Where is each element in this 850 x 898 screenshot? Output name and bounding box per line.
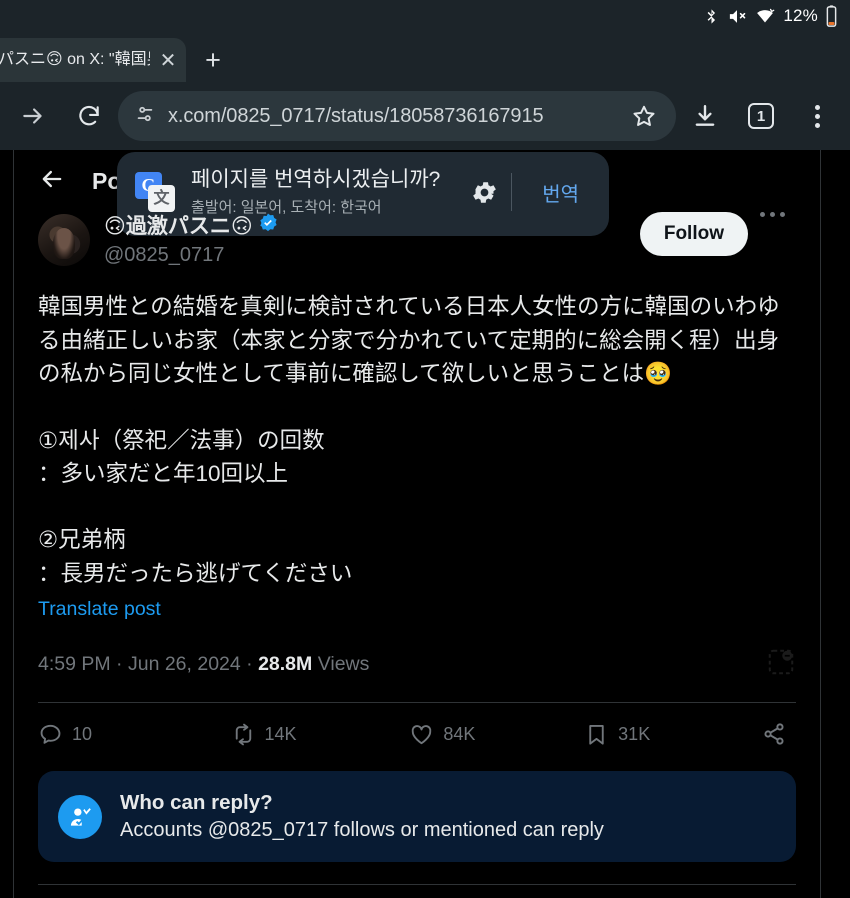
like-action[interactable]: 84K xyxy=(409,722,584,747)
repost-count: 14K xyxy=(264,723,297,744)
restricted-reply-icon xyxy=(58,794,102,839)
tweet-meta: 4:59 PM · Jun 26, 2024 · 28.8M Views xyxy=(38,653,370,676)
browser-toolbar: x.com/0825_0717/status/18058736167915 1 xyxy=(0,82,850,150)
close-icon[interactable]: ✕ xyxy=(156,48,180,73)
forward-arrow-icon[interactable] xyxy=(6,89,60,143)
google-translate-icon: G 文 xyxy=(135,172,175,212)
avatar[interactable] xyxy=(38,214,90,266)
tweet-actions: 10 14K 84K 31K xyxy=(38,703,796,765)
phone-screen: 12% パスニ🙃 on X: "韓国男 ✕ + x.com/0825_0717/… xyxy=(0,0,850,898)
bookmark-action[interactable]: 31K xyxy=(584,722,761,747)
status-bar: 12% xyxy=(0,0,850,32)
reply-count: 10 xyxy=(72,723,93,744)
gear-icon[interactable] xyxy=(457,178,511,207)
bookmark-count: 31K xyxy=(618,723,651,744)
display-name[interactable]: 🙃過激パスニ🙃 xyxy=(104,212,640,242)
who-can-reply-subtitle: Accounts @0825_0717 follows or mentioned… xyxy=(120,819,604,842)
translate-logo-back: 文 xyxy=(148,185,175,212)
browser-tab[interactable]: パスニ🙃 on X: "韓国男 ✕ xyxy=(0,38,186,82)
views-count: 28.8M xyxy=(258,653,313,676)
who-can-reply-title: Who can reply? xyxy=(120,791,273,815)
author-names: 🙃過激パスニ🙃 @0825_0717 xyxy=(104,212,640,268)
page-viewport: Post G 文 페이지를 번역하시겠습니까? 출발어: 일본어, 도착어: 한… xyxy=(0,150,850,898)
share-action[interactable] xyxy=(761,721,796,747)
tweet-author-row: 🙃過激パスニ🙃 @0825_0717 Follow xyxy=(38,212,796,268)
translate-texts: 페이지를 번역하시겠습니까? 출발어: 일본어, 도착어: 한국어 xyxy=(191,167,457,217)
views-label: Views xyxy=(317,653,370,676)
wifi-signal-icon xyxy=(754,7,776,26)
back-arrow-icon[interactable] xyxy=(38,165,66,198)
next-post-row[interactable]: 🙃過激パスニ🙃 @0825_0717 · Jun 26 ⋯ xyxy=(38,885,796,898)
verified-icon xyxy=(257,212,279,242)
page-info-icon[interactable] xyxy=(134,103,156,130)
battery-percent-label: 12% xyxy=(783,6,818,25)
tweet-body: 韓国男性との結婚を真剣に検討されている日本人女性の方に韓国のいわゆる由緒正しいお… xyxy=(38,294,780,586)
tweet-meta-row: 4:59 PM · Jun 26, 2024 · 28.8M Views xyxy=(38,647,796,682)
new-tab-button[interactable]: + xyxy=(186,38,240,82)
bluetooth-icon xyxy=(703,7,720,26)
tab-strip: パスニ🙃 on X: "韓国男 ✕ + xyxy=(0,32,850,82)
battery-low-icon xyxy=(825,5,838,27)
translate-title: 페이지를 번역하시겠습니까? xyxy=(191,167,441,191)
who-can-reply-texts: Who can reply? Accounts @0825_0717 follo… xyxy=(120,791,604,842)
url-bar[interactable]: x.com/0825_0717/status/18058736167915 xyxy=(118,91,676,141)
translate-button[interactable]: 번역 xyxy=(512,178,609,207)
tab-count-label: 1 xyxy=(748,103,774,129)
tab-switcher-icon[interactable]: 1 xyxy=(734,89,788,143)
tweet-time: 4:59 PM xyxy=(38,653,111,676)
url-text: x.com/0825_0717/status/18058736167915 xyxy=(168,104,544,127)
volume-muted-icon xyxy=(727,7,747,26)
overflow-menu-icon[interactable] xyxy=(790,89,844,143)
like-count: 84K xyxy=(443,723,476,744)
follow-button[interactable]: Follow xyxy=(639,212,748,256)
translate-post-link[interactable]: Translate post xyxy=(38,598,161,621)
column-rule-right xyxy=(820,150,821,898)
more-options-icon[interactable] xyxy=(748,212,796,217)
reload-icon[interactable] xyxy=(62,89,116,143)
repost-action[interactable]: 14K xyxy=(231,722,410,747)
who-can-reply-box[interactable]: Who can reply? Accounts @0825_0717 follo… xyxy=(38,771,796,863)
bookmark-star-icon[interactable] xyxy=(622,89,666,143)
download-icon[interactable] xyxy=(678,89,732,143)
author-handle: @0825_0717 xyxy=(104,244,225,267)
tab-title: パスニ🙃 on X: "韓国男 xyxy=(0,51,150,68)
tweet-date: Jun 26, 2024 xyxy=(127,653,241,676)
post-analytics-icon[interactable] xyxy=(766,647,796,682)
reply-action[interactable]: 10 xyxy=(38,722,231,747)
display-name-text: 🙃過激パスニ🙃 xyxy=(104,215,253,238)
tweet-detail: 🙃過激パスニ🙃 @0825_0717 Follow 韓国男性との結婚を真剣に検討… xyxy=(14,212,820,898)
